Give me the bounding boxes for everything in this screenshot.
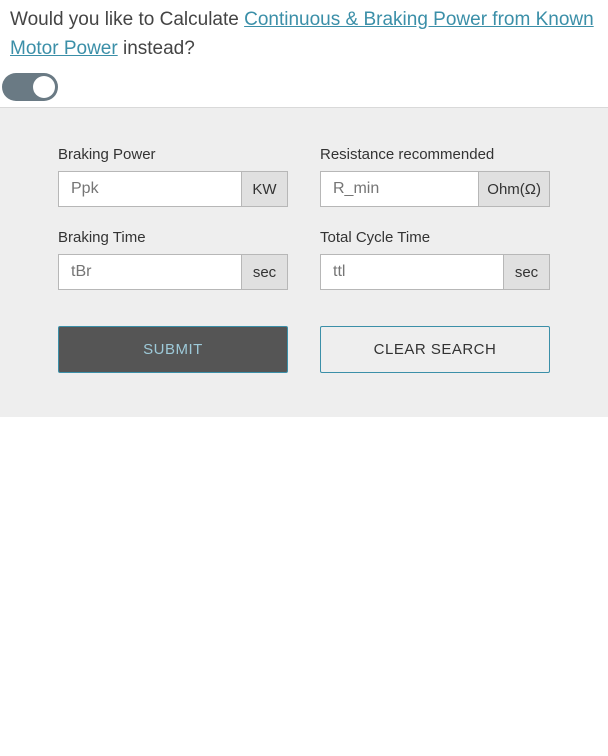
- form-panel: Braking Power KW Resistance recommended …: [0, 107, 608, 417]
- resistance-unit: Ohm(Ω): [478, 172, 549, 206]
- braking-power-label: Braking Power: [58, 146, 288, 163]
- toggle-knob: [33, 76, 55, 98]
- cycle-time-group: sec: [320, 254, 550, 290]
- braking-power-unit: KW: [241, 172, 287, 206]
- braking-time-group: sec: [58, 254, 288, 290]
- braking-time-label: Braking Time: [58, 229, 288, 246]
- mode-toggle[interactable]: [2, 73, 58, 101]
- prompt-text: Would you like to Calculate Continuous &…: [0, 0, 608, 73]
- cycle-time-unit: sec: [503, 255, 549, 289]
- prompt-prefix: Would you like to Calculate: [10, 9, 244, 30]
- clear-search-button[interactable]: CLEAR SEARCH: [320, 326, 550, 373]
- resistance-label: Resistance recommended: [320, 146, 550, 163]
- submit-button[interactable]: SUBMIT: [58, 326, 288, 373]
- resistance-group: Ohm(Ω): [320, 171, 550, 207]
- cycle-time-label: Total Cycle Time: [320, 229, 550, 246]
- resistance-input[interactable]: [321, 172, 478, 206]
- braking-time-unit: sec: [241, 255, 287, 289]
- cycle-time-input[interactable]: [321, 255, 503, 289]
- prompt-suffix: instead?: [118, 38, 195, 59]
- braking-power-group: KW: [58, 171, 288, 207]
- braking-time-input[interactable]: [59, 255, 241, 289]
- braking-power-input[interactable]: [59, 172, 241, 206]
